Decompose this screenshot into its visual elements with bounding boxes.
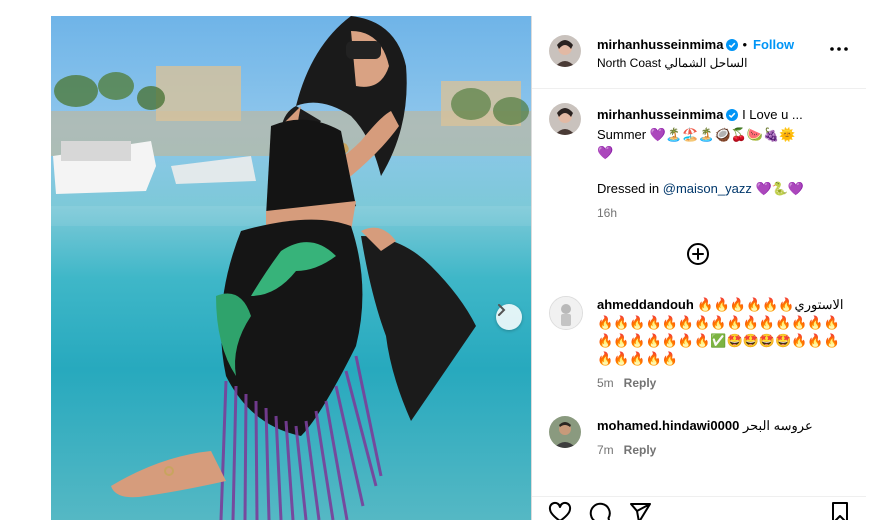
reply-button[interactable]: Reply — [624, 443, 657, 457]
bookmark-icon — [832, 502, 848, 520]
comment-username[interactable]: ahmeddandouh — [597, 297, 694, 312]
share-button[interactable] — [628, 501, 652, 520]
comment-time[interactable]: 7m — [597, 443, 614, 457]
post-modal: mirhanhusseinmima • Follow North Coast الس… — [51, 16, 866, 520]
caption-line-1: I Love u ... — [742, 107, 803, 122]
comment-meta: 5m Reply — [597, 374, 852, 392]
heart-icon — [548, 501, 572, 520]
action-bar — [532, 496, 866, 520]
comment-avatar[interactable] — [549, 296, 583, 330]
mention-link[interactable]: @maison_yazz — [663, 181, 752, 196]
comment-text: عروسه البحر — [742, 418, 813, 433]
post-header: mirhanhusseinmima • Follow North Coast الس… — [532, 16, 866, 89]
avatar-image — [549, 103, 581, 135]
avatar-image — [549, 35, 581, 67]
plus-circle-icon — [687, 243, 709, 265]
avatar-image — [549, 416, 581, 448]
more-options-button[interactable] — [828, 42, 850, 54]
comment-time[interactable]: 5m — [597, 376, 614, 390]
like-button[interactable] — [548, 501, 572, 520]
dressed-suffix: 💜🐍💜 — [751, 181, 804, 196]
caption-avatar[interactable] — [549, 103, 581, 135]
author-username[interactable]: mirhanhusseinmima — [597, 37, 723, 52]
dot-separator: • — [742, 37, 747, 52]
reply-button[interactable]: Reply — [624, 376, 657, 390]
chevron-right-icon — [498, 304, 506, 316]
post-photo[interactable] — [51, 16, 531, 520]
comment-meta: 7m Reply — [597, 441, 852, 459]
more-icon — [830, 47, 848, 51]
comment-avatar[interactable] — [549, 416, 581, 448]
avatar-image — [550, 297, 582, 329]
follow-button[interactable]: Follow — [753, 37, 794, 52]
photo-illustration — [51, 16, 531, 520]
caption-username[interactable]: mirhanhusseinmima — [597, 107, 723, 122]
comment-button[interactable] — [588, 501, 612, 520]
post-location[interactable]: North Coast الساحل الشمالي — [597, 56, 748, 70]
load-more-comments-button[interactable] — [686, 242, 710, 266]
comment-icon — [589, 502, 611, 520]
caption-dressed-line: Dressed in @maison_yazz 💜🐍💜 — [597, 180, 847, 198]
caption-line-3: 💜 — [597, 145, 614, 160]
share-icon — [630, 503, 651, 520]
comment-item: mohamed.hindawi0000 عروسه البحر 7m Reply — [597, 417, 852, 459]
post-caption: mirhanhusseinmima I Love u ... Summer 💜🏝… — [597, 106, 847, 222]
comment-username[interactable]: mohamed.hindawi0000 — [597, 418, 739, 433]
verified-icon — [726, 38, 739, 56]
verified-icon — [726, 108, 739, 126]
author-avatar[interactable] — [549, 35, 581, 67]
comment-item: ahmeddandouh 🔥🔥🔥🔥🔥🔥الاستوري 🔥🔥🔥🔥🔥🔥🔥🔥🔥🔥🔥🔥… — [597, 296, 852, 392]
header-line: mirhanhusseinmima • Follow — [597, 36, 794, 56]
dressed-prefix: Dressed in — [597, 181, 663, 196]
next-photo-button[interactable] — [496, 304, 522, 330]
save-button[interactable] — [828, 501, 852, 520]
caption-first-line: mirhanhusseinmima I Love u ... — [597, 106, 847, 126]
caption-time[interactable]: 16h — [597, 204, 847, 222]
post-side-panel: mirhanhusseinmima • Follow North Coast الس… — [531, 16, 866, 520]
caption-line-2: Summer 💜🏝️🏖️🏝️🥥🍒🍉🍇🌞 — [597, 127, 796, 142]
